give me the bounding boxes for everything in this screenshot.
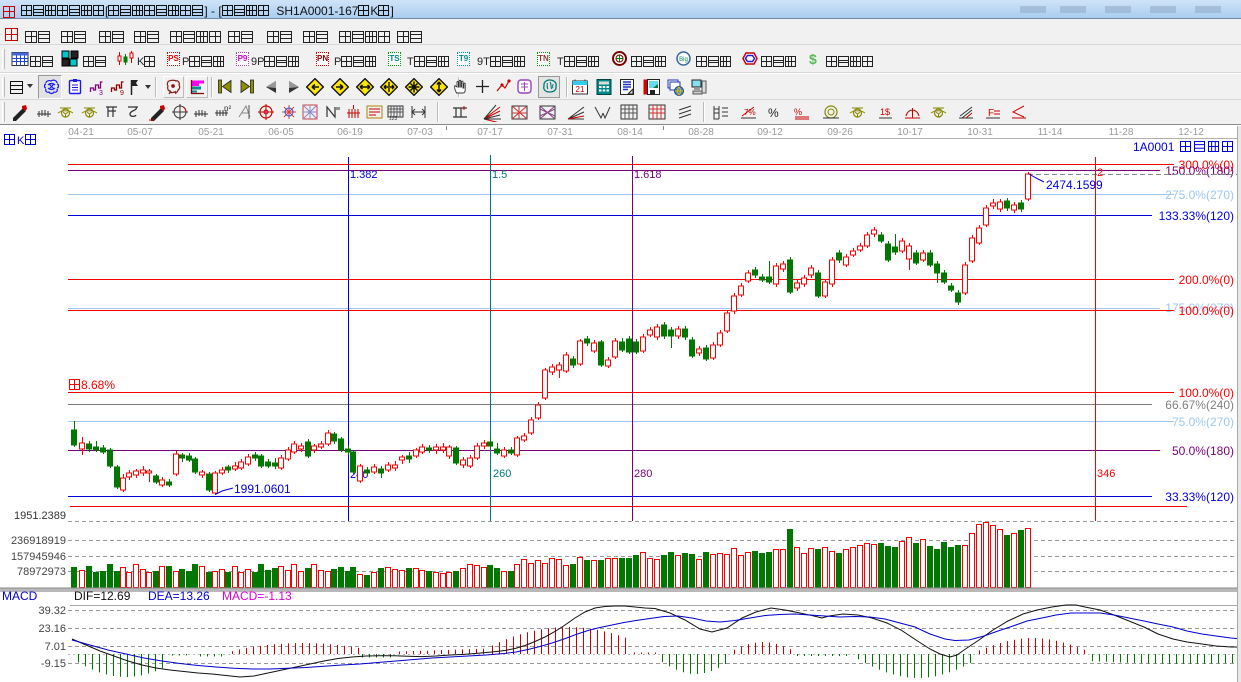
svg-text:66.67%(240): 66.67%(240) [1165, 398, 1234, 412]
svg-text:08-28: 08-28 [688, 127, 714, 138]
svg-text:1951.2389: 1951.2389 [14, 510, 66, 522]
svg-text:157945946: 157945946 [11, 551, 66, 563]
svg-text:1991.0601: 1991.0601 [234, 482, 291, 496]
svg-text:78972973: 78972973 [17, 566, 66, 578]
svg-text:09-12: 09-12 [757, 127, 783, 138]
svg-text:MACD: MACD [2, 589, 38, 603]
svg-text:3: 3 [99, 90, 103, 96]
svg-text:%: % [768, 106, 779, 120]
svg-text:1$: 1$ [880, 107, 890, 117]
svg-text:K: K [17, 135, 25, 147]
svg-text:11-14: 11-14 [1038, 127, 1063, 138]
svg-text:06-19: 06-19 [337, 127, 363, 138]
svg-text:05-21: 05-21 [198, 127, 224, 138]
svg-text:1A0001: 1A0001 [1133, 140, 1175, 154]
svg-text:7%: 7% [744, 108, 756, 117]
svg-text:06-05: 06-05 [268, 127, 294, 138]
svg-text:11-28: 11-28 [1109, 127, 1134, 138]
svg-text:9: 9 [120, 90, 124, 96]
svg-text:50.0%(180): 50.0%(180) [1172, 444, 1234, 458]
svg-text:07-31: 07-31 [547, 127, 573, 138]
svg-text:23.16: 23.16 [38, 623, 66, 635]
svg-text:10-17: 10-17 [897, 127, 923, 138]
svg-text:07-03: 07-03 [407, 127, 433, 138]
svg-text:2474.1599: 2474.1599 [1046, 178, 1103, 192]
svg-text:09-26: 09-26 [827, 127, 853, 138]
svg-text:275.0%(270): 275.0%(270) [1165, 188, 1234, 202]
svg-text:07-17: 07-17 [477, 127, 503, 138]
svg-text:n²: n² [224, 104, 231, 113]
svg-text:10-31: 10-31 [967, 127, 993, 138]
svg-text:236918919: 236918919 [11, 535, 66, 547]
svg-text:33.33%(120): 33.33%(120) [1165, 490, 1234, 504]
svg-text:12-12: 12-12 [1178, 127, 1204, 138]
svg-text:MACD=-1.13: MACD=-1.13 [222, 589, 292, 603]
svg-text:%: % [794, 107, 802, 117]
svg-text:123: 123 [389, 116, 398, 121]
svg-text:39.32: 39.32 [38, 605, 66, 617]
svg-text:346: 346 [1097, 468, 1115, 480]
svg-text:1.618: 1.618 [634, 169, 662, 181]
svg-text:260: 260 [493, 468, 511, 480]
svg-text:Big: Big [679, 57, 688, 63]
svg-text:-9.15: -9.15 [41, 658, 66, 670]
svg-text:200.0%(0): 200.0%(0) [1179, 273, 1234, 287]
svg-text:8.68%: 8.68% [81, 378, 115, 392]
svg-text:100.0%(0): 100.0%(0) [1179, 304, 1234, 318]
svg-text:1.5: 1.5 [492, 169, 507, 181]
svg-text:05-07: 05-07 [127, 127, 153, 138]
svg-text:150.0%(180): 150.0%(180) [1165, 164, 1234, 178]
svg-text:08-14: 08-14 [617, 127, 643, 138]
svg-text:21: 21 [576, 85, 585, 94]
svg-text:7.01: 7.01 [45, 641, 66, 653]
svg-text:75.0%(270): 75.0%(270) [1172, 415, 1234, 429]
svg-text:133.33%(120): 133.33%(120) [1159, 209, 1234, 223]
svg-text:04-21: 04-21 [68, 127, 94, 138]
svg-text:280: 280 [634, 468, 652, 480]
svg-text:DEA=13.26: DEA=13.26 [148, 589, 210, 603]
svg-text:DIF=12.69: DIF=12.69 [74, 589, 131, 603]
svg-text:F: F [988, 108, 994, 119]
svg-text:1.382: 1.382 [350, 169, 378, 181]
